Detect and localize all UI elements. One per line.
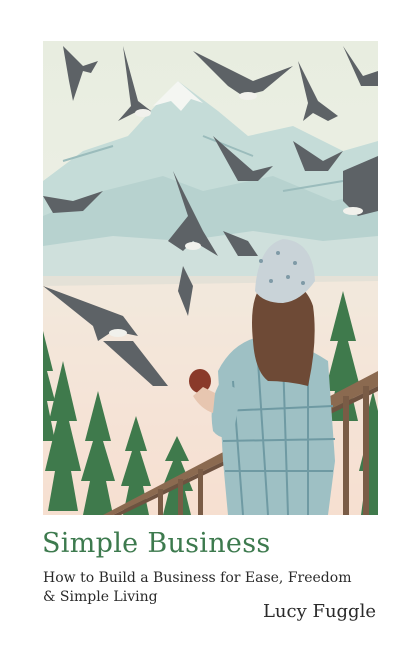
book-title: Simple Business <box>42 528 271 559</box>
book-cover: Simple Business How to Build a Business … <box>0 0 420 650</box>
author-name: Lucy Fuggle <box>262 601 376 622</box>
watercolor-scene <box>43 41 378 515</box>
cover-illustration <box>43 41 378 515</box>
